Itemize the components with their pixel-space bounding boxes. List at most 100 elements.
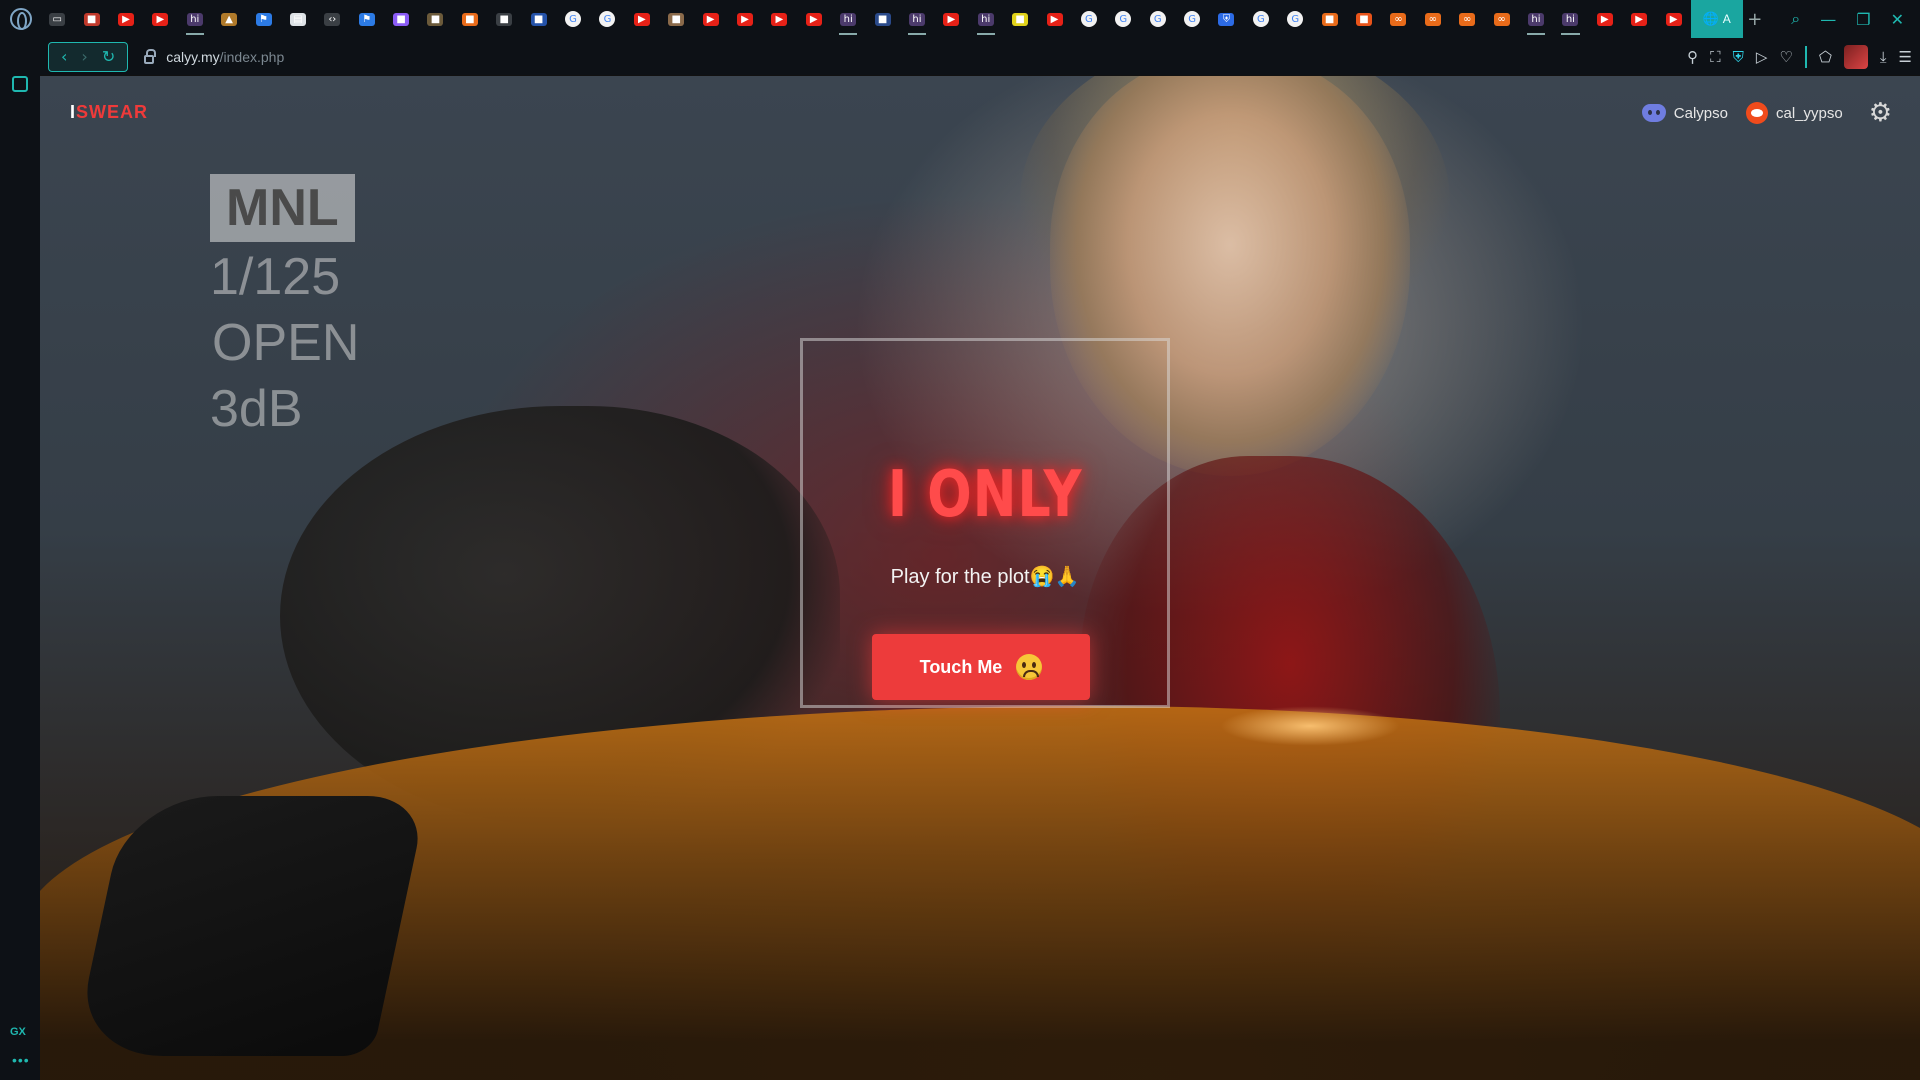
minimize-icon[interactable]: — xyxy=(1820,10,1836,29)
browser-tab[interactable]: ▶ xyxy=(693,0,727,38)
browser-tab[interactable]: ▶ xyxy=(934,0,968,38)
browser-tab[interactable]: ■ xyxy=(1312,0,1346,38)
browser-tab[interactable]: ▶ xyxy=(143,0,177,38)
browser-tab[interactable]: ⚑ xyxy=(246,0,280,38)
camera-gain: 3dB xyxy=(210,380,303,438)
browser-tab[interactable]: ■ xyxy=(521,0,555,38)
browser-tab[interactable]: G xyxy=(590,0,624,38)
browser-tab[interactable]: ∞ xyxy=(1416,0,1450,38)
search-icon[interactable]: ⌕ xyxy=(1791,9,1800,29)
back-button[interactable]: ‹ xyxy=(61,47,67,66)
profile-avatar[interactable] xyxy=(1843,45,1868,69)
reddit-link[interactable]: cal_yypso xyxy=(1745,102,1843,124)
url-host: calyy.my xyxy=(166,48,220,65)
youtube-icon: ▶ xyxy=(1046,12,1063,26)
background-art-light xyxy=(1220,706,1400,746)
browser-tab[interactable]: G xyxy=(1278,0,1312,38)
browser-tab[interactable]: ⛨ xyxy=(1209,0,1243,38)
youtube-icon: ▶ xyxy=(117,12,134,26)
browser-tab[interactable]: ■ xyxy=(865,0,899,38)
browser-tab[interactable]: ■ xyxy=(384,0,418,38)
restore-icon[interactable]: ❐ xyxy=(1856,10,1870,29)
youtube-icon: ▶ xyxy=(737,12,753,26)
browser-tab[interactable]: ■ xyxy=(659,0,693,38)
browser-tab[interactable]: G xyxy=(1106,0,1140,38)
browser-tab[interactable]: ▶ xyxy=(1037,0,1071,38)
new-tab-button[interactable]: + xyxy=(1743,9,1767,30)
sad-face-icon xyxy=(1016,654,1043,680)
browser-tab[interactable]: G xyxy=(556,0,590,38)
browser-tab[interactable]: G xyxy=(1175,0,1209,38)
browser-tab[interactable]: hi xyxy=(831,0,865,38)
gx-corner-icon[interactable]: GX xyxy=(10,1026,26,1038)
flag-icon: ⚑ xyxy=(255,12,272,26)
browser-tab[interactable]: hi xyxy=(1553,0,1587,38)
hero-tagline: Play for the plot😭🙏 xyxy=(890,566,1080,588)
close-icon[interactable]: ✕ xyxy=(1891,10,1904,29)
browser-tab[interactable]: ▶ xyxy=(1622,0,1656,38)
browser-tab[interactable]: hi xyxy=(969,0,1003,38)
app-icon: ■ xyxy=(393,12,410,26)
browser-tab[interactable]: ■ xyxy=(418,0,452,38)
reddit-label: cal_yypso xyxy=(1775,104,1843,122)
browser-tab[interactable]: hi xyxy=(178,0,212,38)
browser-tab[interactable]: hi xyxy=(900,0,934,38)
browser-tab[interactable]: hi xyxy=(1519,0,1553,38)
drive-icon: ▲ xyxy=(221,12,238,26)
browser-tab[interactable]: G xyxy=(1072,0,1106,38)
browser-tab[interactable]: ■ xyxy=(1003,0,1037,38)
menu-icon[interactable]: ☰ xyxy=(1899,48,1912,66)
discord-link[interactable]: Calypso xyxy=(1641,104,1728,122)
browser-tab[interactable]: G xyxy=(1141,0,1175,38)
adblock-shield-icon[interactable]: ⛨ xyxy=(1733,48,1744,66)
google-icon: G xyxy=(565,11,582,27)
extensions-icon[interactable]: ⬠ xyxy=(1819,48,1832,66)
pin-icon[interactable]: ⚲ xyxy=(1687,48,1698,66)
tab-active[interactable]: 🌐 A xyxy=(1690,0,1743,38)
site-logo[interactable]: ISWEAR xyxy=(70,102,148,123)
browser-tab[interactable]: ∞ xyxy=(1381,0,1415,38)
tab-strip: ▭ ■ ▶ ▶ hi ▲ ⚑ ▤ ‹› ⚑ ■ ■ ■ ■ ■ G G ▶ ■ ▶ ▶ ▶ ▶ hi ■ hi ▶ hi ■ ▶ G G G G ⛨… xyxy=(40,0,1691,38)
browser-tab[interactable]: ▶ xyxy=(1656,0,1690,38)
browser-tab[interactable]: ■ xyxy=(487,0,521,38)
camera-overlay: MNL 1/125 OPEN 3dB xyxy=(210,174,359,440)
google-icon: G xyxy=(1149,11,1166,27)
messenger-icon[interactable] xyxy=(12,76,28,92)
shield-icon: ⛨ xyxy=(1218,12,1235,26)
browser-tab[interactable]: ▶ xyxy=(728,0,762,38)
gear-icon[interactable]: ⚙ xyxy=(1869,98,1892,128)
browser-tab[interactable]: ■ xyxy=(74,0,108,38)
snapshot-icon[interactable]: ⛶ xyxy=(1710,48,1721,66)
heart-icon[interactable]: ♡ xyxy=(1779,48,1792,66)
browser-tab[interactable]: ▶ xyxy=(762,0,796,38)
browser-tab[interactable]: ▭ xyxy=(40,0,74,38)
hianime-icon: hi xyxy=(908,12,925,26)
browser-tab[interactable]: ▶ xyxy=(1588,0,1622,38)
browser-tab[interactable]: ∞ xyxy=(1450,0,1484,38)
opera-gx-logo-icon[interactable] xyxy=(10,8,32,30)
discord-icon xyxy=(1641,104,1666,122)
site-nav: Calypso cal_yypso ⚙ xyxy=(1641,98,1892,128)
browser-tab[interactable]: ∞ xyxy=(1484,0,1518,38)
download-icon[interactable]: ⤓ xyxy=(1880,48,1887,66)
app-icon: ■ xyxy=(427,12,444,26)
browser-tab[interactable]: ▶ xyxy=(625,0,659,38)
browser-tab[interactable]: ▶ xyxy=(797,0,831,38)
browser-tab[interactable]: ⚑ xyxy=(350,0,384,38)
code-icon: ‹› xyxy=(324,12,341,26)
hianime-icon: hi xyxy=(186,12,203,26)
touch-me-button[interactable]: Touch Me xyxy=(872,634,1090,700)
browser-tab[interactable]: ‹› xyxy=(315,0,349,38)
player-icon[interactable]: ▷ xyxy=(1756,48,1768,66)
browser-tab[interactable]: ▤ xyxy=(281,0,315,38)
browser-tab[interactable]: ■ xyxy=(1347,0,1381,38)
reload-button[interactable]: ↻ xyxy=(102,47,115,66)
browser-tab[interactable]: G xyxy=(1244,0,1278,38)
browser-tab[interactable]: ▲ xyxy=(212,0,246,38)
url-field[interactable]: calyy.my/index.php xyxy=(166,49,284,65)
browser-tab[interactable]: ■ xyxy=(453,0,487,38)
app-icon: ■ xyxy=(1356,12,1373,26)
browser-tab[interactable]: ▶ xyxy=(109,0,143,38)
more-options-icon[interactable]: ••• xyxy=(12,1052,30,1068)
forward-button[interactable]: › xyxy=(81,47,87,66)
